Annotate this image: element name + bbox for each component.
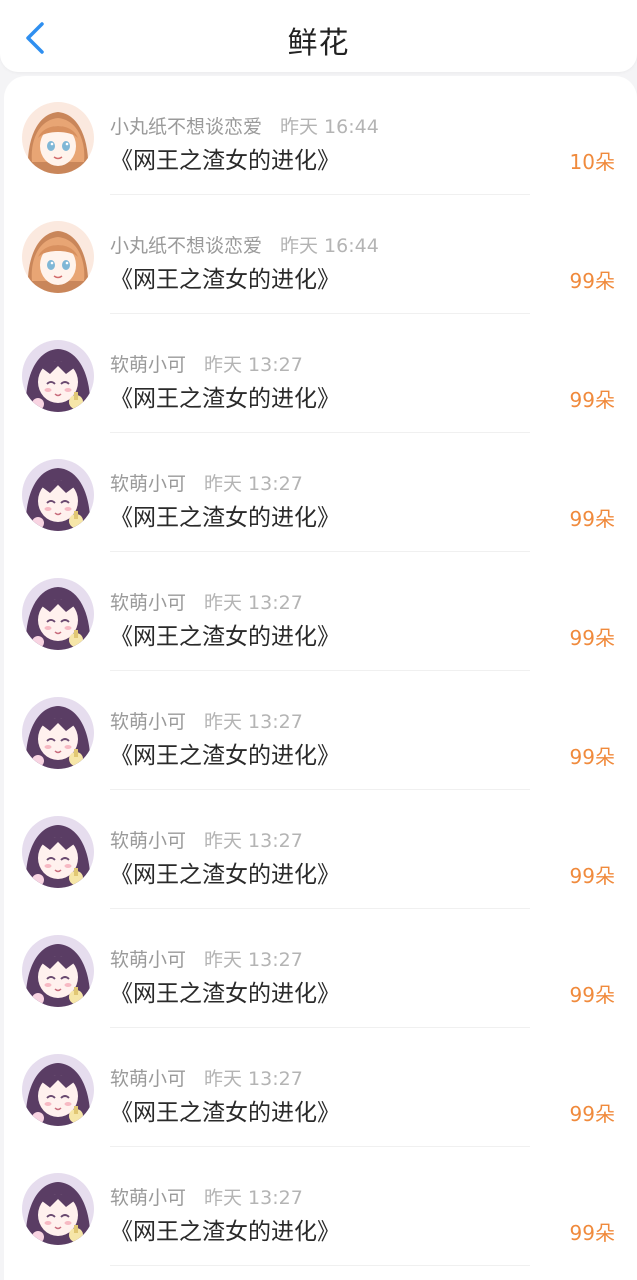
book-title: 《网王之渣女的进化》 — [110, 386, 340, 412]
flower-amount: 99朵 — [569, 388, 615, 412]
timestamp: 昨天 16:44 — [280, 235, 379, 257]
user-name: 软萌小可 — [110, 949, 187, 971]
page-title: 鲜花 — [287, 26, 350, 61]
user-name: 软萌小可 — [110, 354, 187, 376]
flower-amount: 99朵 — [569, 626, 615, 650]
user-avatar[interactable] — [22, 1173, 94, 1245]
user-name: 软萌小可 — [110, 473, 187, 495]
user-avatar[interactable] — [22, 816, 94, 888]
user-avatar[interactable] — [22, 102, 94, 174]
timestamp: 昨天 13:27 — [204, 830, 303, 852]
page: 鲜花 小丸纸不想谈恋爱 昨天 16:44 《网王之渣女的进化》 10朵 小丸纸不想… — [0, 0, 637, 1280]
book-title: 《网王之渣女的进化》 — [110, 505, 340, 531]
list-item[interactable]: 软萌小可 昨天 13:27 《网王之渣女的进化》 99朵 — [4, 671, 637, 790]
list-item[interactable]: 软萌小可 昨天 13:27 《网王之渣女的进化》 99朵 — [4, 790, 637, 909]
user-name: 软萌小可 — [110, 1187, 187, 1209]
book-title: 《网王之渣女的进化》 — [110, 1219, 340, 1245]
user-avatar[interactable] — [22, 697, 94, 769]
user-name: 软萌小可 — [110, 1068, 187, 1090]
timestamp: 昨天 13:27 — [204, 354, 303, 376]
flower-amount: 99朵 — [569, 745, 615, 769]
user-avatar[interactable] — [22, 459, 94, 531]
user-name: 小丸纸不想谈恋爱 — [110, 235, 263, 257]
book-title: 《网王之渣女的进化》 — [110, 267, 340, 293]
user-name: 小丸纸不想谈恋爱 — [110, 116, 263, 138]
list-item[interactable]: 软萌小可 昨天 13:27 《网王之渣女的进化》 99朵 — [4, 1147, 637, 1266]
flower-amount: 99朵 — [569, 1102, 615, 1126]
list-item[interactable]: 软萌小可 昨天 13:27 《网王之渣女的进化》 99朵 — [4, 1028, 637, 1147]
timestamp: 昨天 16:44 — [280, 116, 379, 138]
user-avatar[interactable] — [22, 221, 94, 293]
nav-bar: 鲜花 — [0, 0, 637, 72]
timestamp: 昨天 13:27 — [204, 711, 303, 733]
user-avatar[interactable] — [22, 1054, 94, 1126]
list-item[interactable]: 软萌小可 昨天 13:27 《网王之渣女的进化》 99朵 — [4, 909, 637, 1028]
user-name: 软萌小可 — [110, 711, 187, 733]
flower-amount: 99朵 — [569, 864, 615, 888]
flower-amount: 99朵 — [569, 983, 615, 1007]
user-avatar[interactable] — [22, 935, 94, 1007]
timestamp: 昨天 13:27 — [204, 1187, 303, 1209]
user-avatar[interactable] — [22, 578, 94, 650]
timestamp: 昨天 13:27 — [204, 473, 303, 495]
list-item[interactable]: 软萌小可 昨天 13:27 《网王之渣女的进化》 99朵 — [4, 314, 637, 433]
flower-amount: 99朵 — [569, 1221, 615, 1245]
book-title: 《网王之渣女的进化》 — [110, 862, 340, 888]
list-item[interactable]: 小丸纸不想谈恋爱 昨天 16:44 《网王之渣女的进化》 10朵 — [4, 76, 637, 195]
user-name: 软萌小可 — [110, 830, 187, 852]
book-title: 《网王之渣女的进化》 — [110, 624, 340, 650]
book-title: 《网王之渣女的进化》 — [110, 1100, 340, 1126]
user-name: 软萌小可 — [110, 592, 187, 614]
divider — [110, 1265, 530, 1266]
list-item[interactable]: 软萌小可 昨天 13:27 《网王之渣女的进化》 99朵 — [4, 433, 637, 552]
flower-amount: 99朵 — [569, 507, 615, 531]
list-item[interactable]: 小丸纸不想谈恋爱 昨天 16:44 《网王之渣女的进化》 99朵 — [4, 195, 637, 314]
flower-amount: 99朵 — [569, 269, 615, 293]
flower-amount: 10朵 — [569, 150, 615, 174]
timestamp: 昨天 13:27 — [204, 1068, 303, 1090]
list-item[interactable]: 软萌小可 昨天 13:27 《网王之渣女的进化》 99朵 — [4, 552, 637, 671]
book-title: 《网王之渣女的进化》 — [110, 148, 340, 174]
book-title: 《网王之渣女的进化》 — [110, 981, 340, 1007]
book-title: 《网王之渣女的进化》 — [110, 743, 340, 769]
flower-list[interactable]: 小丸纸不想谈恋爱 昨天 16:44 《网王之渣女的进化》 10朵 小丸纸不想谈恋爱… — [4, 76, 637, 1280]
timestamp: 昨天 13:27 — [204, 949, 303, 971]
timestamp: 昨天 13:27 — [204, 592, 303, 614]
user-avatar[interactable] — [22, 340, 94, 412]
